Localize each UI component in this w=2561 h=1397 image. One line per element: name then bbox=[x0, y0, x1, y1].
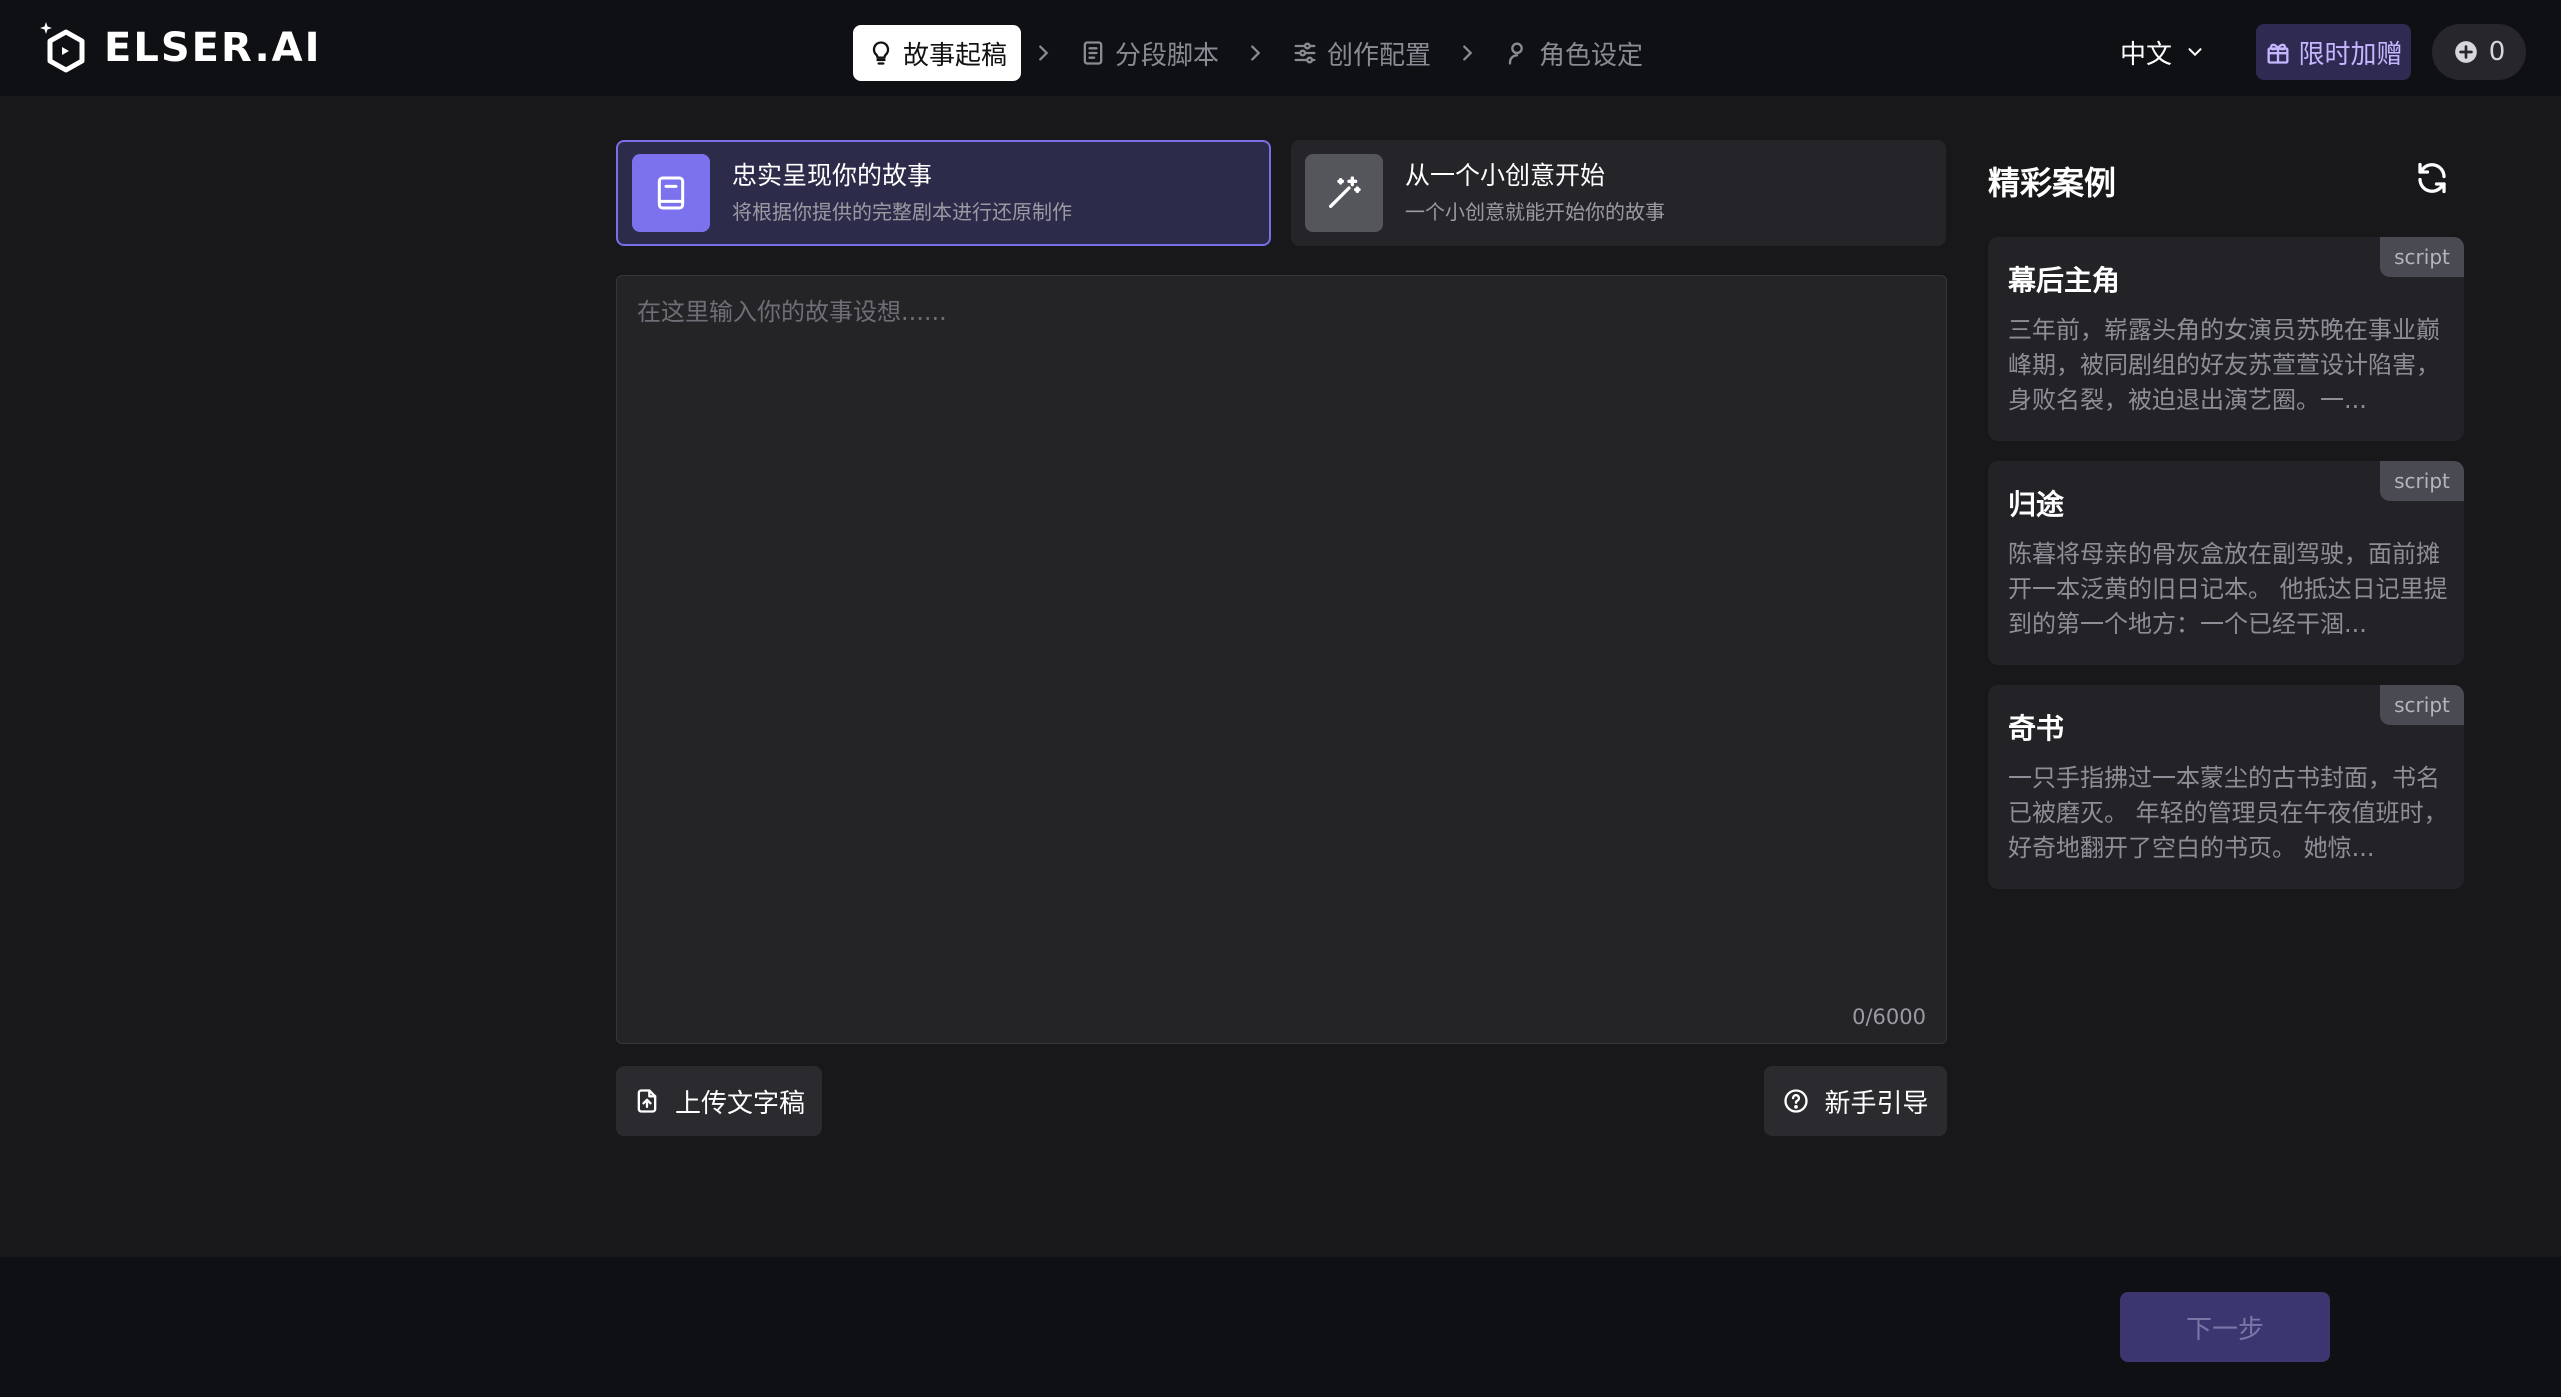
user-icon bbox=[1508, 42, 1523, 65]
guide-label: 新手引导 bbox=[1824, 1088, 1929, 1119]
story-input[interactable] bbox=[617, 276, 1946, 1043]
document-icon bbox=[1083, 41, 1103, 65]
case-card[interactable]: script 奇书 一只手指拂过一本蒙尘的古书封面，书名已被磨灭。 年轻的管理员… bbox=[1988, 685, 2464, 889]
logo-icon bbox=[40, 22, 85, 73]
chevron-down-icon bbox=[2188, 48, 2202, 57]
mode-subtitle: 将根据你提供的完整剧本进行还原制作 bbox=[732, 200, 1072, 224]
case-tag: script bbox=[2380, 461, 2464, 501]
credits-count: 0 bbox=[2488, 37, 2506, 67]
case-title: 奇书 bbox=[2008, 712, 2065, 745]
step-story-draft[interactable]: 故事起稿 bbox=[853, 25, 1022, 81]
step-nav: 故事起稿 分段脚本 创作配置 角色设定 bbox=[853, 25, 1657, 81]
promo-label: 限时加赠 bbox=[2298, 39, 2403, 70]
refresh-icon[interactable] bbox=[2414, 160, 2450, 196]
character-counter: 0/6000 bbox=[1852, 1005, 1926, 1029]
promo-button[interactable]: 限时加赠 bbox=[2256, 24, 2411, 80]
story-editor: 0/6000 bbox=[616, 275, 1947, 1044]
chevron-right-icon bbox=[1021, 25, 1065, 81]
step-label: 角色设定 bbox=[1539, 40, 1644, 71]
case-title: 幕后主角 bbox=[2008, 264, 2121, 297]
book-icon bbox=[657, 176, 685, 210]
mode-subtitle: 一个小创意就能开始你的故事 bbox=[1405, 200, 1665, 224]
help-circle-icon bbox=[1784, 1089, 1809, 1113]
next-step-button[interactable]: 下一步 bbox=[2120, 1292, 2330, 1362]
mode-title: 忠实呈现你的故事 bbox=[732, 161, 933, 190]
file-upload-icon bbox=[637, 1089, 657, 1113]
step-segment-script[interactable]: 分段脚本 bbox=[1065, 25, 1233, 81]
chevron-right-icon bbox=[1445, 25, 1489, 81]
sliders-icon bbox=[1294, 42, 1316, 64]
mode-small-idea[interactable]: 从一个小创意开始 一个小创意就能开始你的故事 bbox=[1291, 140, 1946, 246]
upload-label: 上传文字稿 bbox=[674, 1088, 805, 1119]
mode-title: 从一个小创意开始 bbox=[1405, 161, 1606, 190]
mode-icon-box bbox=[632, 154, 710, 232]
top-bar: ELSER.AI 故事起稿 分段脚本 创作配置 角色设定 中文 限时加赠 0 bbox=[0, 0, 2561, 96]
logo[interactable]: ELSER.AI bbox=[38, 20, 322, 76]
upload-script-button[interactable]: 上传文字稿 bbox=[616, 1066, 822, 1136]
credit-coin-icon bbox=[2454, 41, 2477, 63]
case-card[interactable]: script 归途 陈暮将母亲的骨灰盒放在副驾驶，面前摊开一本泛黄的旧日记本。 … bbox=[1988, 461, 2464, 665]
chevron-right-icon bbox=[1233, 25, 1277, 81]
app-root: ELSER.AI 故事起稿 分段脚本 创作配置 角色设定 中文 限时加赠 0 忠… bbox=[0, 0, 2561, 1397]
mode-icon-box bbox=[1305, 154, 1383, 232]
next-label: 下一步 bbox=[2185, 1314, 2264, 1345]
step-character-setup[interactable]: 角色设定 bbox=[1489, 25, 1657, 81]
logo-text: ELSER.AI bbox=[104, 25, 322, 71]
case-card[interactable]: script 幕后主角 三年前，崭露头角的女演员苏晚在事业巅峰期，被同剧组的好友… bbox=[1988, 237, 2464, 441]
case-body: 陈暮将母亲的骨灰盒放在副驾驶，面前摊开一本泛黄的旧日记本。 他抵达日记里提到的第… bbox=[2008, 540, 2448, 638]
step-creation-config[interactable]: 创作配置 bbox=[1277, 25, 1445, 81]
case-tag: script bbox=[2380, 685, 2464, 725]
step-label: 创作配置 bbox=[1327, 40, 1432, 71]
magic-wand-icon bbox=[1329, 176, 1361, 208]
case-tag: script bbox=[2380, 237, 2464, 277]
cases-title: 精彩案例 bbox=[1988, 164, 2117, 202]
beginner-guide-button[interactable]: 新手引导 bbox=[1764, 1066, 1947, 1136]
case-body: 一只手指拂过一本蒙尘的古书封面，书名已被磨灭。 年轻的管理员在午夜值班时，好奇地… bbox=[2008, 764, 2448, 862]
lightbulb-icon bbox=[872, 41, 890, 65]
language-label: 中文 bbox=[2120, 39, 2173, 70]
credits-badge[interactable]: 0 bbox=[2432, 24, 2526, 80]
case-body: 三年前，崭露头角的女演员苏晚在事业巅峰期，被同剧组的好友苏萱萱设计陷害，身败名裂… bbox=[2008, 316, 2440, 414]
step-label: 分段脚本 bbox=[1115, 40, 1220, 71]
case-title: 归途 bbox=[2008, 488, 2065, 521]
language-selector[interactable]: 中文 bbox=[2120, 30, 2206, 74]
step-label: 故事起稿 bbox=[903, 40, 1008, 71]
gift-icon bbox=[2267, 43, 2289, 64]
mode-faithful-story[interactable]: 忠实呈现你的故事 将根据你提供的完整剧本进行还原制作 bbox=[616, 140, 1271, 246]
